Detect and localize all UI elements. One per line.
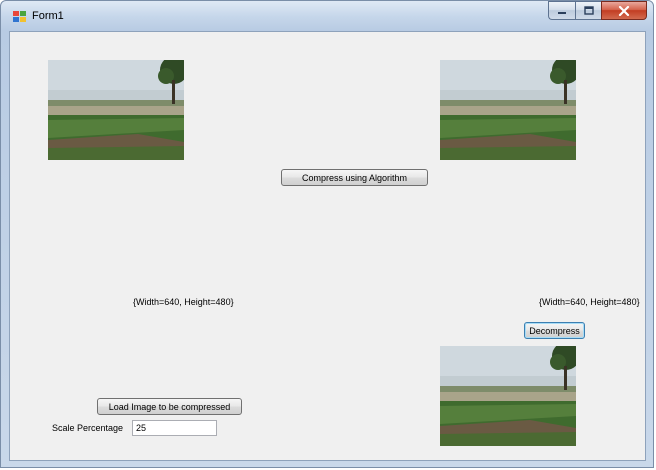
winforms-app-icon xyxy=(13,11,26,22)
scale-percentage-input[interactable]: 25 xyxy=(132,420,217,436)
close-icon xyxy=(618,5,630,16)
original-size-label: {Width=640, Height=480} xyxy=(133,297,234,307)
compressed-size-label: {Width=640, Height=480} xyxy=(539,297,640,307)
compressed-image xyxy=(440,60,576,160)
maximize-icon xyxy=(583,6,594,15)
minimize-button[interactable] xyxy=(548,1,575,20)
decompress-button[interactable]: Decompress xyxy=(524,322,585,339)
maximize-button[interactable] xyxy=(575,1,601,20)
close-button[interactable] xyxy=(601,1,647,20)
load-image-button[interactable]: Load Image to be compressed xyxy=(97,398,242,415)
minimize-icon xyxy=(558,11,566,14)
form-client-area: Compress using Algorithm {Width=640, Hei… xyxy=(9,31,646,461)
title-bar[interactable]: Form1 xyxy=(1,1,655,33)
window-title: Form1 xyxy=(32,10,64,22)
decompressed-image xyxy=(440,346,576,446)
compress-button[interactable]: Compress using Algorithm xyxy=(281,169,428,186)
main-window: Form1 Compress using Algorithm {Width=64… xyxy=(0,0,654,468)
original-image xyxy=(48,60,184,160)
scale-percentage-label: Scale Percentage xyxy=(52,423,124,433)
